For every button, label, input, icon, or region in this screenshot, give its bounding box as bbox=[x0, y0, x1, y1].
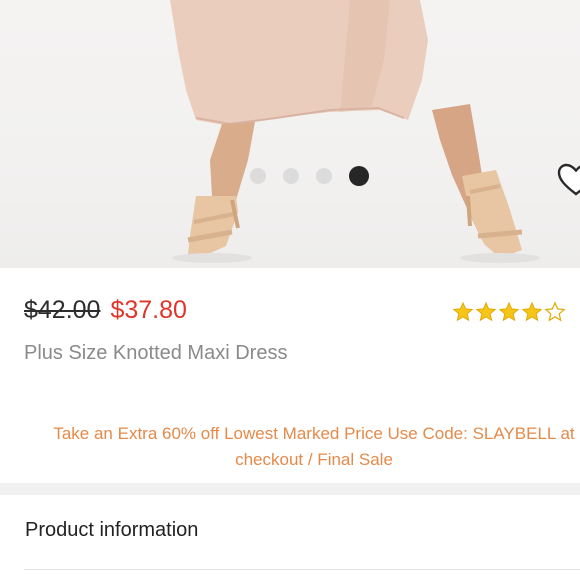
promo-message: Take an Extra 60% off Lowest Marked Pric… bbox=[34, 421, 580, 473]
product-photo bbox=[170, 0, 540, 263]
promo-line-2: checkout / Final Sale bbox=[235, 450, 393, 469]
original-price: $42.00 bbox=[24, 296, 101, 324]
rating-stars[interactable] bbox=[452, 301, 566, 323]
promo-line-1: Take an Extra 60% off Lowest Marked Pric… bbox=[53, 424, 575, 443]
star-empty-icon bbox=[544, 301, 566, 322]
product-information-label: Product information bbox=[25, 519, 199, 541]
star-filled-icon bbox=[498, 301, 520, 322]
carousel-dot[interactable] bbox=[250, 168, 266, 184]
product-info-panel: $42.00 $37.80 Plus Size Knotted Maxi Dre… bbox=[0, 268, 580, 483]
carousel-dot-active[interactable] bbox=[349, 166, 369, 186]
section-divider bbox=[0, 483, 580, 495]
product-information-row[interactable]: Product information bbox=[0, 495, 580, 569]
favorite-button[interactable] bbox=[556, 160, 580, 200]
carousel-dot[interactable] bbox=[283, 168, 299, 184]
carousel-indicators bbox=[250, 166, 369, 186]
price-row: $42.00 $37.80 bbox=[24, 296, 187, 325]
row-separator bbox=[24, 569, 580, 570]
heart-outline-icon bbox=[557, 163, 580, 196]
product-title: Plus Size Knotted Maxi Dress bbox=[24, 342, 288, 364]
sale-price: $37.80 bbox=[110, 296, 187, 324]
product-image-carousel[interactable] bbox=[0, 0, 580, 268]
star-filled-icon bbox=[475, 301, 497, 322]
star-filled-icon bbox=[521, 301, 543, 322]
star-filled-icon bbox=[452, 301, 474, 322]
carousel-dot[interactable] bbox=[316, 168, 332, 184]
